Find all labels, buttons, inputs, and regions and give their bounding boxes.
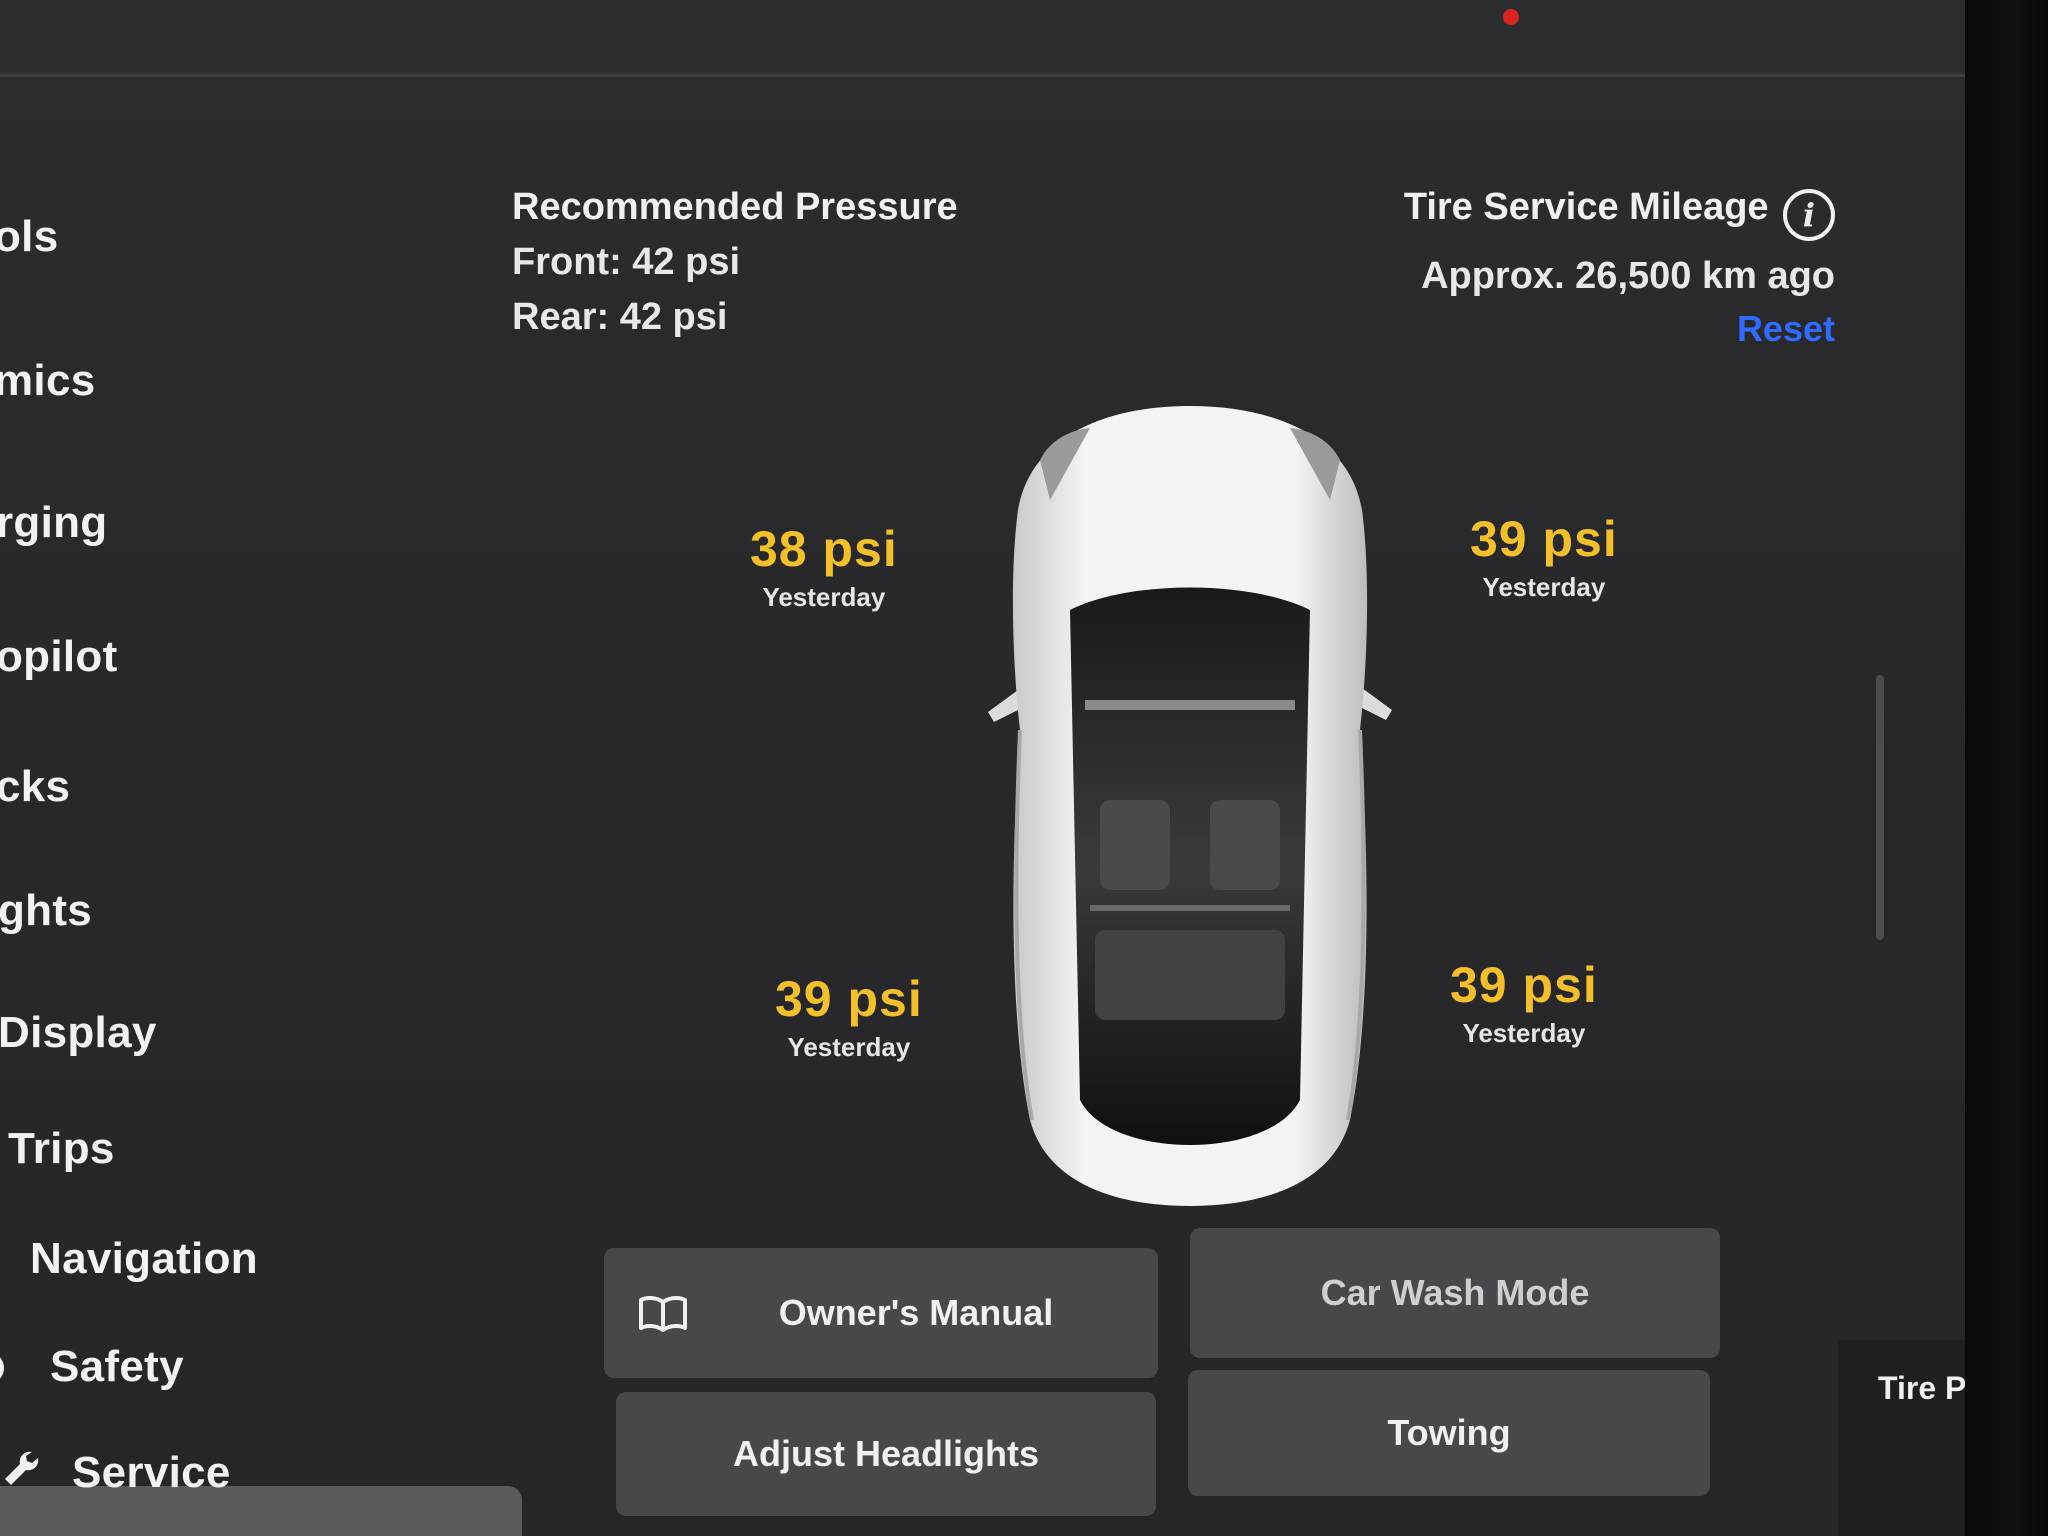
sidebar-item-label: ghts <box>0 886 93 935</box>
rear-recommended-pressure: Rear: 42 psi <box>512 296 728 338</box>
adjust-headlights-button[interactable]: Adjust Headlights <box>616 1392 1156 1516</box>
sidebar-item-label: Display <box>0 1008 157 1057</box>
tire-front-right: 39 psi Yesterday <box>1470 510 1618 603</box>
tire-reading-time: Yesterday <box>1462 1018 1586 1048</box>
tire-service-mileage-block: Tire Service Mileage i Approx. 26,500 km… <box>1404 186 1835 350</box>
owners-manual-label: Owner's Manual <box>778 1292 1054 1333</box>
scrollbar[interactable] <box>1876 675 1884 940</box>
recommended-pressure-block: Recommended Pressure Front: 42 psi Rear:… <box>512 186 958 339</box>
tire-service-mileage-title: Tire Service Mileage <box>1403 186 1769 228</box>
sidebar-item-label: Safety <box>50 1342 184 1391</box>
sidebar-item-label: opilot <box>0 632 118 681</box>
tire-reading-time: Yesterday <box>787 1032 911 1062</box>
car-wash-mode-label: Car Wash Mode <box>1320 1272 1590 1313</box>
tire-pressure-card-label: Tire Pressu <box>1878 1370 1965 1406</box>
book-icon <box>639 1295 687 1332</box>
sidebar-item-label: rging <box>0 498 108 547</box>
tire-rear-left: 39 psi Yesterday <box>775 970 923 1063</box>
adjust-headlights-label: Adjust Headlights <box>732 1433 1040 1474</box>
car-top-view-image <box>988 406 1392 1206</box>
tire-reading-time: Yesterday <box>762 582 886 612</box>
wrench-icon <box>5 1451 39 1485</box>
tire-pressure-value: 39 psi <box>1470 511 1618 567</box>
tire-rear-right: 39 psi Yesterday <box>1450 956 1598 1049</box>
sidebar-item-label: mics <box>0 356 96 405</box>
tire-reading-time: Yesterday <box>1482 572 1606 602</box>
owners-manual-button[interactable]: Owner's Manual <box>604 1248 1158 1378</box>
tesla-screen: ols mics rging opilot cks ghts Display T… <box>0 0 1965 1536</box>
display-bezel <box>1965 0 2048 1536</box>
towing-label: Towing <box>1387 1412 1511 1453</box>
tire-pressure-value: 38 psi <box>750 521 898 577</box>
tire-service-mileage-value: Approx. 26,500 km ago <box>1421 254 1835 297</box>
info-icon[interactable]: i <box>1783 188 1835 241</box>
sidebar-item-label: Navigation <box>30 1234 258 1283</box>
sidebar-item-label: ols <box>0 212 59 261</box>
sidebar-item-label: cks <box>0 762 71 811</box>
towing-button[interactable]: Towing <box>1188 1370 1710 1496</box>
tire-front-left: 38 psi Yesterday <box>750 520 898 613</box>
settings-sidebar: ols mics rging opilot cks ghts Display T… <box>0 74 560 1536</box>
recording-indicator-dot <box>1503 9 1519 25</box>
reset-link[interactable]: Reset <box>1737 308 1835 350</box>
sidebar-item-label: Trips <box>8 1124 115 1173</box>
recommended-pressure-title: Recommended Pressure <box>512 186 958 228</box>
tire-pressure-card[interactable]: Tire Pressu <box>1838 1340 1965 1536</box>
tire-pressure-value: 39 psi <box>1450 957 1598 1013</box>
sidebar-item-label: Service <box>72 1448 231 1497</box>
front-recommended-pressure: Front: 42 psi <box>512 241 741 283</box>
safety-icon <box>0 1357 4 1379</box>
top-status-bar <box>0 0 1965 77</box>
car-wash-mode-button[interactable]: Car Wash Mode <box>1190 1228 1720 1358</box>
tire-pressure-value: 39 psi <box>775 971 923 1027</box>
